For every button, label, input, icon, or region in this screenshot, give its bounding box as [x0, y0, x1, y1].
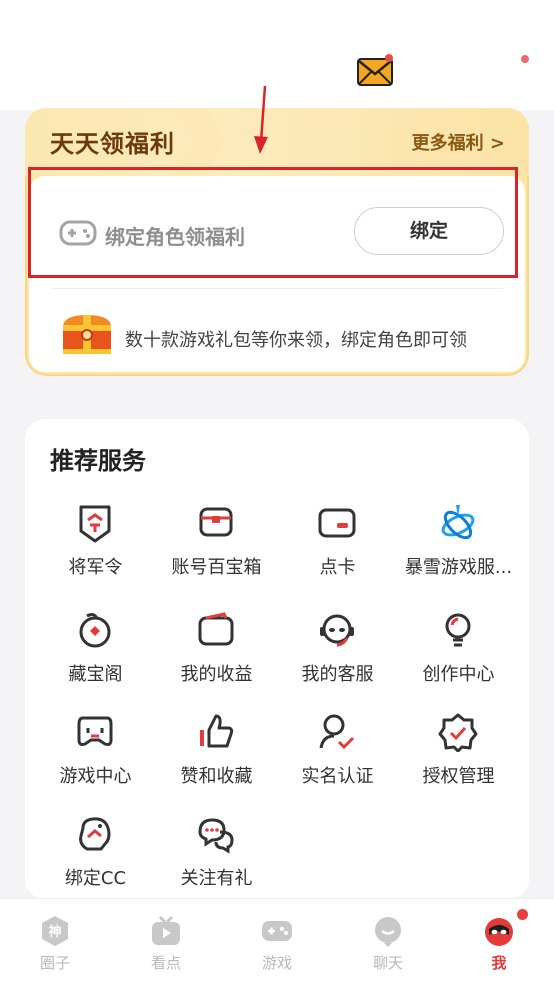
service-my-earnings[interactable]: 我的收益 [156, 610, 277, 700]
service-label: 将军令 [68, 557, 123, 578]
verified-user-icon [319, 714, 355, 750]
svg-text:神: 神 [48, 924, 61, 940]
service-game-center[interactable]: 游戏中心 [35, 712, 156, 802]
video-icon [152, 915, 180, 945]
more-welfare-link[interactable]: 更多福利 > [412, 129, 505, 155]
profile-notification-dot [515, 907, 530, 922]
service-authorization[interactable]: 授权管理 [398, 712, 519, 802]
thumbs-up-icon [200, 714, 234, 748]
service-point-card[interactable]: 点卡 [277, 503, 398, 593]
service-label: 我的收益 [180, 664, 253, 685]
game-controller-icon [77, 716, 113, 746]
circle-god-icon: 神 [42, 916, 68, 946]
service-likes-favorites[interactable]: 赞和收藏 [156, 712, 277, 802]
nav-tab-circle[interactable]: 神 圈子 [0, 899, 110, 985]
treasure-chest-icon [63, 315, 111, 354]
card-icon [318, 508, 356, 538]
profile-mascot-icon [485, 918, 513, 946]
service-real-name-auth[interactable]: 实名认证 [277, 712, 398, 802]
service-label: 账号百宝箱 [171, 557, 262, 578]
blizzard-icon [441, 505, 475, 540]
lightbulb-icon [445, 613, 471, 647]
service-label: 点卡 [319, 557, 356, 578]
nav-label: 聊天 [372, 954, 403, 972]
nav-tab-me[interactable]: 我 [444, 899, 554, 985]
service-label: 暴雪游戏服... [404, 557, 513, 578]
chat-bubbles-icon [198, 818, 234, 854]
service-bind-cc[interactable]: 绑定CC [35, 814, 156, 904]
service-label: 绑定CC [64, 868, 127, 889]
service-label: 关注有礼 [180, 868, 253, 889]
welfare-title: 天天领福利 [50, 130, 175, 158]
badge-check-icon [438, 713, 478, 752]
highlight-box [28, 167, 518, 278]
gift-row[interactable]: 数十款游戏礼包等你来领，绑定角色即可领 [29, 289, 525, 371]
service-label: 赞和收藏 [180, 766, 253, 787]
service-label: 授权管理 [422, 766, 495, 787]
mail-icon[interactable] [357, 58, 393, 86]
nav-label: 看点 [150, 954, 181, 972]
nav-tab-chat[interactable]: 聊天 [333, 899, 443, 985]
service-follow-gift[interactable]: 关注有礼 [156, 814, 277, 904]
mail-notification-dot [385, 54, 393, 62]
cc-bind-icon [79, 817, 111, 851]
service-blizzard[interactable]: 暴雪游戏服... [398, 503, 519, 593]
gamepad-icon [262, 921, 292, 941]
shield-token-icon [79, 505, 111, 543]
service-account-box[interactable]: 账号百宝箱 [156, 503, 277, 593]
gift-description: 数十款游戏礼包等你来领，绑定角色即可领 [125, 330, 467, 351]
service-my-support[interactable]: 我的客服 [277, 610, 398, 700]
service-creator-center[interactable]: 创作中心 [398, 610, 519, 700]
nav-label: 圈子 [39, 954, 70, 972]
service-label: 创作中心 [422, 664, 495, 685]
service-jiangjunling[interactable]: 将军令 [35, 503, 156, 593]
wallet-icon [198, 612, 234, 646]
treasure-box-icon [199, 507, 233, 537]
nav-label: 游戏 [261, 954, 292, 972]
nav-tab-highlights[interactable]: 看点 [111, 899, 221, 985]
service-label: 我的客服 [301, 664, 374, 685]
down-arrow-annotation [254, 85, 268, 154]
service-cangbaoge[interactable]: 藏宝阁 [35, 610, 156, 700]
service-label: 实名认证 [301, 766, 374, 787]
mascot-icon [79, 613, 111, 648]
nav-label: 我 [491, 954, 507, 972]
customer-service-icon [320, 614, 354, 647]
service-label: 藏宝阁 [68, 664, 123, 685]
header-chevron-decoration [175, 108, 225, 176]
chat-icon [375, 917, 401, 947]
notification-dot [521, 55, 529, 63]
services-title: 推荐服务 [50, 447, 146, 475]
bottom-navigation: 神 圈子 看点 游戏 聊天 我 [0, 898, 554, 985]
service-label: 游戏中心 [59, 766, 132, 787]
recommended-services-card: 推荐服务 将军令 账号百宝箱 点卡 暴雪游戏服... 藏宝阁 我的收益 我的客服… [25, 419, 529, 899]
nav-tab-games[interactable]: 游戏 [222, 899, 332, 985]
